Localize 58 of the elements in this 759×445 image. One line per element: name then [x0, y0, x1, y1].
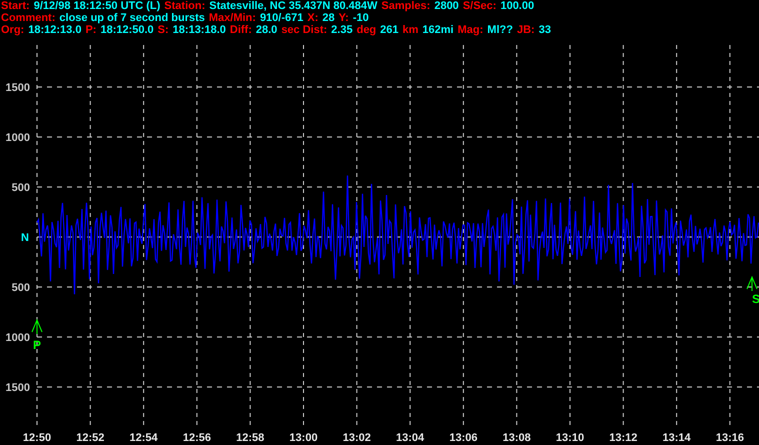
field-value: 9/12/98 18:12:50 UTC (L) — [34, 0, 160, 12]
axis-label: N — [21, 232, 29, 244]
field-value: 2800 — [434, 0, 459, 12]
time-label: 12:58 — [236, 432, 264, 444]
field-value: Ml?? — [487, 24, 513, 36]
arrival-arrow-icon — [746, 276, 758, 292]
time-label: 13:12 — [609, 432, 638, 444]
field-label: deg — [356, 24, 376, 36]
field-label: Mag: — [458, 24, 484, 36]
field-label: S: — [158, 24, 169, 36]
field-value: 261 — [380, 24, 399, 36]
field-value: 910/-671 — [260, 12, 304, 24]
axis-label: 500 — [12, 282, 30, 294]
axis-label: 1000 — [6, 132, 30, 144]
field-label: Max/Min: — [208, 12, 256, 24]
time-label: 13:10 — [556, 432, 584, 444]
time-label: 13:06 — [449, 432, 478, 444]
time-label: 12:56 — [182, 432, 211, 444]
axis-label: 1500 — [6, 382, 30, 394]
field-value: 18:12:50.0 — [100, 24, 154, 36]
field-label: Station: — [164, 0, 206, 12]
field-value: -10 — [352, 12, 369, 24]
field-label: S/Sec: — [462, 0, 496, 12]
field-value: 2.35 — [331, 24, 353, 36]
field-value: 18:13:18.0 — [172, 24, 226, 36]
field-label: km — [402, 24, 418, 36]
axis-label: 1500 — [6, 82, 30, 94]
field-label: Org: — [1, 24, 24, 36]
field-label: Y: — [338, 12, 349, 24]
field-value: 28.0 — [256, 24, 278, 36]
field-value: close up of 7 second bursts — [59, 12, 205, 24]
time-label: 13:16 — [716, 432, 744, 444]
time-label: 12:50 — [22, 432, 52, 444]
field-label: Start: — [1, 0, 30, 12]
field-label: JB: — [516, 24, 535, 36]
field-value: 33 — [538, 24, 551, 36]
field-label: Comment: — [1, 12, 56, 24]
field-label: Diff: — [230, 24, 252, 36]
time-label: 13:14 — [662, 432, 691, 444]
field-value: 28 — [322, 12, 335, 24]
axis-label: 1000 — [6, 332, 30, 344]
field-label: sec Dist: — [281, 24, 328, 36]
field-value: 162mi — [422, 24, 454, 36]
time-label: 13:08 — [502, 432, 531, 444]
field-label: Samples: — [381, 0, 430, 12]
field-label: P: — [85, 24, 96, 36]
time-label: 13:04 — [396, 432, 424, 444]
time-label: 12:54 — [130, 432, 158, 444]
time-label: 13:02 — [342, 432, 371, 444]
field-value: Statesville, NC 35.437N 80.484W — [209, 0, 378, 12]
field-value: 18:12:13.0 — [28, 24, 82, 36]
field-value: 100.00 — [500, 0, 534, 12]
time-label: 13:00 — [289, 432, 318, 444]
phase-marker: P — [33, 338, 41, 352]
axis-label: 500 — [12, 182, 30, 194]
time-label: 12:52 — [76, 432, 104, 444]
field-label: X: — [307, 12, 318, 24]
arrival-arrow-icon — [32, 318, 42, 334]
